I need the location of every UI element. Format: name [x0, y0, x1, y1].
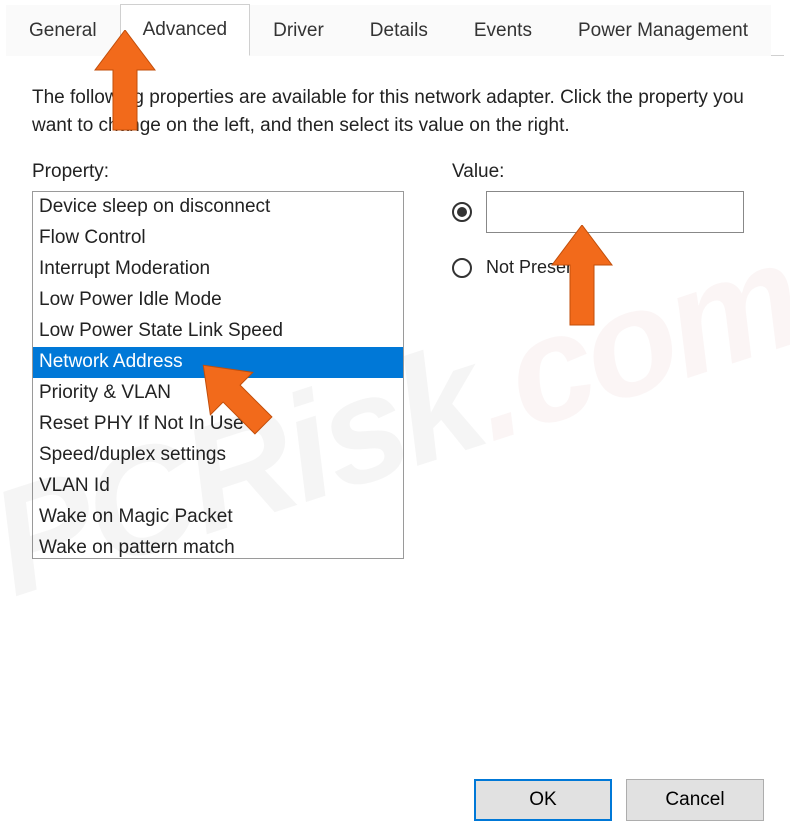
list-item[interactable]: Reset PHY If Not In Use: [33, 409, 403, 440]
value-column: Value: Not Present: [452, 161, 758, 559]
property-listbox[interactable]: Device sleep on disconnect Flow Control …: [32, 191, 404, 559]
tab-advanced[interactable]: Advanced: [120, 4, 251, 56]
tab-details[interactable]: Details: [347, 5, 451, 56]
radio-row-value: [452, 191, 758, 233]
list-item[interactable]: Wake on Magic Packet: [33, 502, 403, 533]
property-column: Property: Device sleep on disconnect Flo…: [32, 161, 412, 559]
tab-panel-advanced: The following properties are available f…: [6, 56, 784, 559]
tab-general[interactable]: General: [6, 5, 120, 56]
radio-not-present[interactable]: [452, 258, 472, 278]
list-item[interactable]: Low Power State Link Speed: [33, 316, 403, 347]
list-item[interactable]: Speed/duplex settings: [33, 440, 403, 471]
property-label: Property:: [32, 161, 412, 183]
description-text: The following properties are available f…: [32, 84, 752, 139]
list-item[interactable]: VLAN Id: [33, 471, 403, 502]
list-item-selected[interactable]: Network Address: [33, 347, 403, 378]
dialog: PCRisk.com General Advanced Driver Detai…: [6, 0, 784, 837]
ok-button[interactable]: OK: [474, 779, 612, 821]
tab-power-management[interactable]: Power Management: [555, 5, 771, 56]
button-bar: OK Cancel: [474, 779, 764, 821]
radio-row-not-present: Not Present: [452, 257, 758, 278]
value-group: Not Present: [452, 191, 758, 278]
form-row: Property: Device sleep on disconnect Flo…: [32, 161, 758, 559]
value-label: Value:: [452, 161, 758, 183]
list-item[interactable]: Flow Control: [33, 223, 403, 254]
list-item[interactable]: Device sleep on disconnect: [33, 192, 403, 223]
tab-events[interactable]: Events: [451, 5, 555, 56]
not-present-label: Not Present: [486, 257, 581, 278]
list-item[interactable]: Priority & VLAN: [33, 378, 403, 409]
tab-driver[interactable]: Driver: [250, 5, 347, 56]
radio-value[interactable]: [452, 202, 472, 222]
list-item[interactable]: Low Power Idle Mode: [33, 285, 403, 316]
list-item[interactable]: Interrupt Moderation: [33, 254, 403, 285]
value-input[interactable]: [486, 191, 744, 233]
list-item[interactable]: Wake on pattern match: [33, 533, 403, 559]
cancel-button[interactable]: Cancel: [626, 779, 764, 821]
tab-bar: General Advanced Driver Details Events P…: [6, 0, 784, 56]
